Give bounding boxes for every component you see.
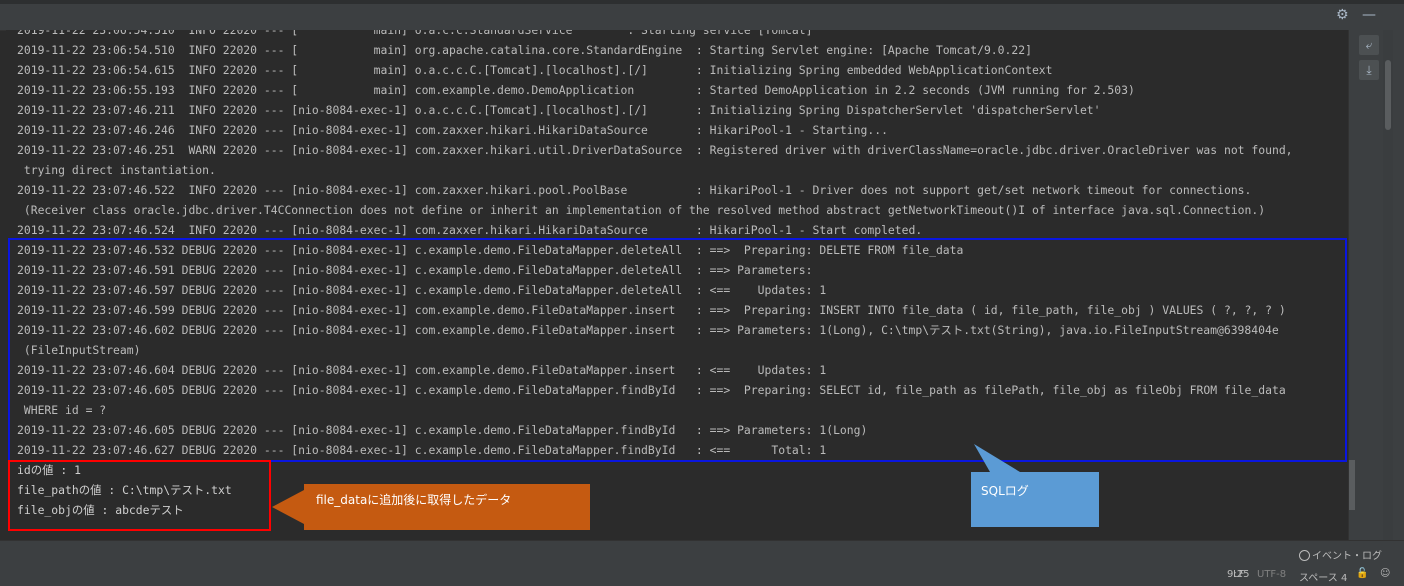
hector-icon[interactable]: ☺ — [1380, 568, 1390, 579]
lock-icon[interactable]: 🔓 — [1356, 568, 1368, 579]
sql-log-highlight-box — [8, 238, 1347, 462]
orange-callout-tail — [272, 490, 304, 524]
sql-callout-text: SQLログ — [981, 484, 1029, 498]
scroll-marker — [1349, 460, 1355, 510]
line-separator[interactable]: LF — [1233, 569, 1244, 580]
event-log-label: イベント・ログ — [1312, 551, 1382, 562]
console-toolbar: ⤶ ⤓ — [1348, 30, 1404, 540]
log-line: 2019-11-22 23:06:54.510 INFO 22020 --- [… — [17, 43, 1032, 57]
tool-window-header: ⚙ — — [0, 0, 1404, 31]
sql-callout: SQLログ — [971, 472, 1099, 527]
log-line: 2019-11-22 23:07:46.524 INFO 22020 --- [… — [17, 223, 923, 237]
file-encoding[interactable]: UTF-8 — [1257, 569, 1286, 580]
log-line: 2019-11-22 23:07:46.251 WARN 22020 --- [… — [17, 143, 1293, 157]
output-highlight-box — [8, 460, 271, 531]
log-line: trying direct instantiation. — [17, 163, 216, 177]
blue-callout-tail — [974, 444, 1020, 472]
header-strip — [0, 0, 1404, 4]
gear-icon[interactable]: ⚙ — [1336, 8, 1349, 22]
scroll-to-end-icon[interactable]: ⤓ — [1359, 60, 1379, 80]
soft-wrap-icon[interactable]: ⤶ — [1359, 35, 1379, 55]
event-log-icon — [1299, 550, 1310, 561]
log-line: (Receiver class oracle.jdbc.driver.T4CCo… — [17, 203, 1266, 217]
log-line: 2019-11-22 23:06:55.193 INFO 22020 --- [… — [17, 83, 1135, 97]
log-line: 2019-11-22 23:06:54.510 INFO 22020 --- [… — [17, 30, 813, 37]
scrollbar-thumb[interactable] — [1385, 60, 1391, 130]
status-bar: イベント・ログ 9:25 LF UTF-8 スペース 4 🔓 ☺ — [0, 540, 1404, 586]
data-callout-text: file_dataに追加後に取得したデータ — [316, 493, 512, 507]
indent-setting[interactable]: スペース 4 — [1299, 569, 1347, 584]
event-log-button[interactable]: イベント・ログ — [1299, 547, 1382, 562]
log-line: 2019-11-22 23:07:46.522 INFO 22020 --- [… — [17, 183, 1252, 197]
log-line: 2019-11-22 23:07:46.211 INFO 22020 --- [… — [17, 103, 1101, 117]
minimize-icon[interactable]: — — [1362, 8, 1376, 22]
log-line: 2019-11-22 23:07:46.246 INFO 22020 --- [… — [17, 123, 888, 137]
log-line: 2019-11-22 23:06:54.615 INFO 22020 --- [… — [17, 63, 1053, 77]
data-callout: file_dataに追加後に取得したデータ — [304, 484, 590, 530]
